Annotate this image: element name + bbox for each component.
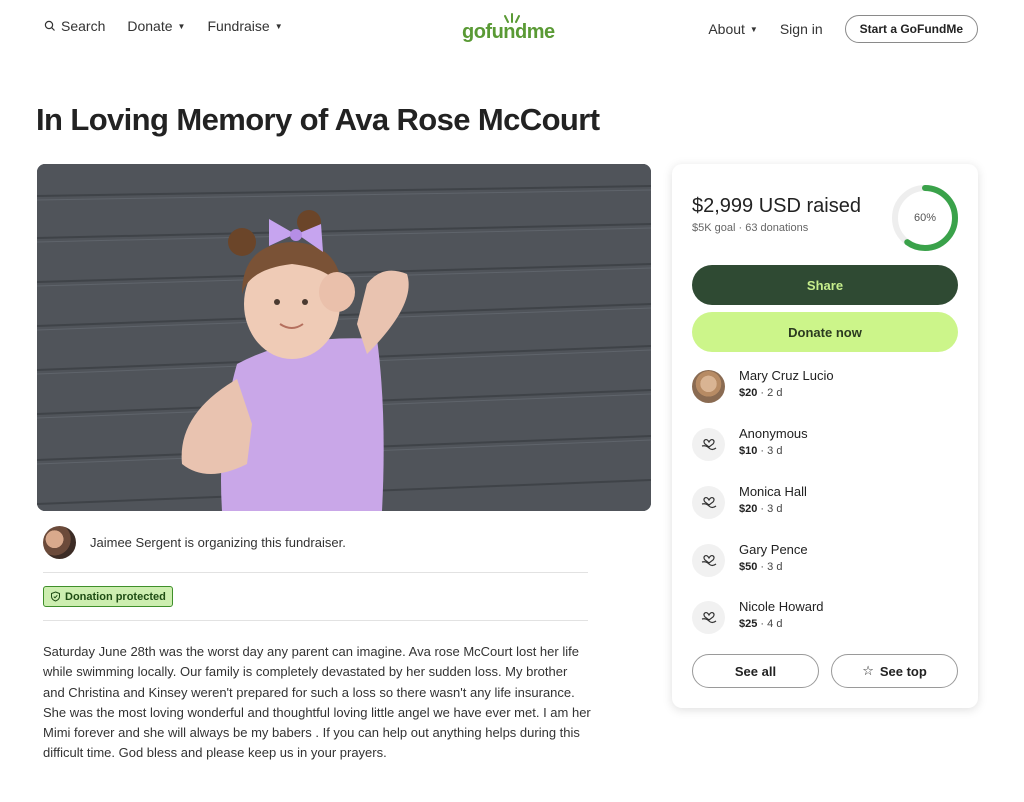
donate-menu-label: Donate [127,18,173,34]
site-header: Search Donate ▼ Fundraise ▼ gofundme Abo… [0,0,1024,58]
organizer-row[interactable]: Jaimee Sergent is organizing this fundra… [43,526,346,559]
caret-down-icon: ▼ [274,22,283,31]
donor-amount: $25 [739,618,758,630]
donor-time: 4 d [767,618,783,630]
donor-item: Nicole Howard $25 · 4 d [692,599,958,639]
donate-now-button[interactable]: Donate now [692,312,958,352]
donor-meta: $50 · 3 d [739,561,783,573]
donor-meta: $20 · 3 d [739,503,783,515]
caret-down-icon: ▼ [177,22,186,31]
donor-item: Mary Cruz Lucio $20 · 2 d [692,368,958,408]
fundraise-menu[interactable]: Fundraise ▼ [207,18,282,34]
donor-name: Gary Pence [739,542,808,557]
heart-hand-icon [692,486,725,519]
donor-item: Gary Pence $50 · 3 d [692,542,958,582]
divider [43,572,588,573]
donation-protected-badge[interactable]: Donation protected [43,586,173,607]
donate-menu[interactable]: Donate ▼ [127,18,185,34]
donation-count: 63 donations [745,222,809,234]
donor-name: Nicole Howard [739,599,824,614]
donor-time: 3 d [767,561,783,573]
sign-in-link[interactable]: Sign in [780,21,823,37]
page-title: In Loving Memory of Ava Rose McCourt [36,102,600,137]
see-top-button[interactable]: ☆ See top [831,654,958,688]
share-button[interactable]: Share [692,265,958,305]
donor-amount: $20 [739,387,758,399]
donor-item: Monica Hall $20 · 3 d [692,484,958,524]
progress-percent: 60% [913,212,937,224]
heart-hand-icon [692,428,725,461]
donor-name: Monica Hall [739,484,807,499]
see-all-button[interactable]: See all [692,654,819,688]
progress-ring: 60% [891,184,959,252]
organizer-avatar [43,526,76,559]
search-icon [44,20,56,32]
donor-time: 3 d [767,445,783,457]
donor-meta: $10 · 3 d [739,445,783,457]
donor-amount: $50 [739,561,758,573]
donor-item: Anonymous $10 · 3 d [692,426,958,466]
amount-raised: $2,999 USD raised [692,195,861,217]
star-icon: ☆ [862,663,874,678]
campaign-photo[interactable] [37,164,651,511]
shield-icon [51,591,60,602]
donor-time: 3 d [767,503,783,515]
donation-protected-label: Donation protected [65,590,166,603]
donor-meta: $20 · 2 d [739,387,783,399]
caret-down-icon: ▼ [749,25,758,34]
story-text: Saturday June 28th was the worst day any… [43,644,591,761]
nav-left: Search Donate ▼ Fundraise ▼ [44,18,283,34]
heart-hand-icon [692,601,725,634]
campaign-photo-image [37,164,651,511]
donor-amount: $10 [739,445,758,457]
nav-right: About ▼ Sign in Start a GoFundMe [708,15,978,43]
gofundme-logo[interactable]: gofundme [462,13,555,45]
about-menu-label: About [708,21,745,37]
search-link[interactable]: Search [44,18,105,34]
heart-hand-icon [692,544,725,577]
divider [43,620,588,621]
fundraise-menu-label: Fundraise [207,18,270,34]
goal-amount: $5K goal [692,222,736,234]
donor-name: Mary Cruz Lucio [739,368,834,383]
donor-time: 2 d [767,387,783,399]
goal-summary: $5K goal · 63 donations [692,222,808,234]
organizer-text: Jaimee Sergent is organizing this fundra… [90,535,346,550]
search-label: Search [61,18,106,34]
start-gofundme-button[interactable]: Start a GoFundMe [844,15,978,43]
donation-card: $2,999 USD raised $5K goal · 63 donation… [672,164,978,708]
donor-name: Anonymous [739,426,808,441]
about-menu[interactable]: About ▼ [708,21,758,37]
see-top-label: See top [879,663,927,679]
donor-amount: $20 [739,503,758,515]
donor-avatar [692,370,725,403]
donor-meta: $25 · 4 d [739,618,783,630]
logo-text: gofundme [462,21,555,43]
